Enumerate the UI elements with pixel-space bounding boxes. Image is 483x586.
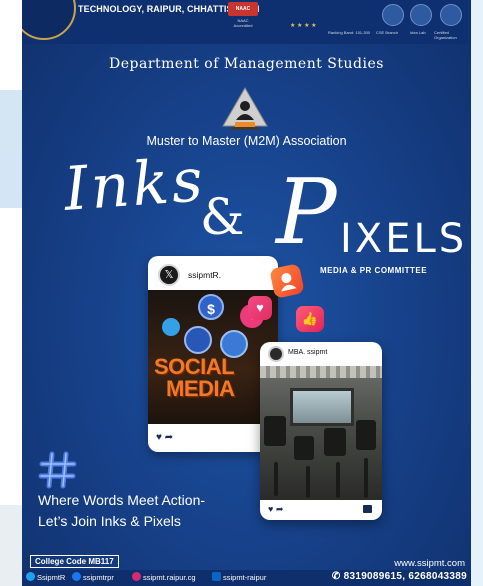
instagram-icon xyxy=(132,572,141,581)
background-window-edge-left-bottom xyxy=(0,505,22,586)
hashtag-icon xyxy=(38,451,77,489)
instagram-handle[interactable]: ssipmt.raipur.cg xyxy=(132,572,196,582)
ranking-label: Ranking Band: 151-300 xyxy=(328,30,371,35)
cse-label: CSE Branch xyxy=(376,30,399,35)
location-pin-icon xyxy=(184,326,212,354)
studio-image xyxy=(260,366,382,500)
bubble-icon xyxy=(162,318,180,336)
dollar-icon: $ xyxy=(198,294,224,320)
background-window-edge-left xyxy=(0,90,22,208)
linkedin-handle[interactable]: ssipmt-raipur xyxy=(212,572,266,582)
institute-logo xyxy=(22,0,76,40)
certified-label: Certified Organization xyxy=(434,30,457,40)
like-heart-icon[interactable]: ♥ xyxy=(156,432,162,443)
heart-reaction-icon: ♥ xyxy=(248,296,272,320)
comment-icon[interactable] xyxy=(363,505,372,513)
profile-reaction-icon xyxy=(269,263,305,299)
m2m-logo-icon xyxy=(222,87,268,130)
tagline-line-1: Where Words Meet Action- xyxy=(38,492,206,508)
contact-footer: SsipmtR ssipmtrpr ssipmt.raipur.cg ssipm… xyxy=(22,570,471,586)
facebook-handle[interactable]: ssipmtrpr xyxy=(72,572,114,582)
post-actions: ♥ ➦ xyxy=(156,432,173,443)
event-poster: TECHNOLOGY, RAIPUR, CHHATTISGARH NAAC NA… xyxy=(22,0,471,586)
title-ampersand: & xyxy=(200,188,245,246)
department-title: Department of Management Studies xyxy=(109,56,384,72)
share-icon[interactable]: ➦ xyxy=(276,504,284,514)
certified-badge-icon xyxy=(440,4,462,26)
twitter-icon xyxy=(26,572,35,581)
post-actions: ♥ ➦ xyxy=(268,504,283,515)
tagline-line-2: Let’s Join Inks & Pixels xyxy=(38,513,181,529)
x-logo-icon: 𝕏 xyxy=(158,264,180,286)
title-p-letter: P xyxy=(276,160,337,265)
college-code: College Code MB117 xyxy=(30,555,119,568)
committee-label: MEDIA & PR COMMITTEE xyxy=(320,266,428,275)
social-media-art-text: SOCIAL MEDIA xyxy=(154,354,235,401)
idea-lab-label: Idea Lab xyxy=(410,30,426,35)
title-ixels: IXELS xyxy=(340,216,468,262)
association-title: Muster to Master (M2M) Association xyxy=(146,134,347,148)
post-handle: ssipmtR. xyxy=(188,270,222,280)
social-post-card-studio: MBA. ssipmt ♥ ➦ xyxy=(260,342,382,520)
like-heart-icon[interactable]: ♥ xyxy=(268,504,273,514)
twitter-handle[interactable]: SsipmtR xyxy=(26,572,65,582)
phone-numbers[interactable]: ✆ 8319089615, 6268043389 xyxy=(332,571,467,582)
institution-header: TECHNOLOGY, RAIPUR, CHHATTISGARH NAAC NA… xyxy=(22,0,471,44)
social-post-card-x: 𝕏 ssipmtR. $ ♥ SOCIAL MEDIA ♥ ➦ xyxy=(148,256,278,452)
cse-badge-icon xyxy=(382,4,404,26)
idea-lab-badge-icon xyxy=(410,4,432,26)
background-window-edge-right xyxy=(471,0,483,586)
facebook-icon xyxy=(72,572,81,581)
post-handle: MBA. ssipmt xyxy=(288,349,328,356)
phone-icon: ✆ xyxy=(331,571,344,582)
naac-badge: NAAC NAAC Accredited xyxy=(228,2,258,36)
linkedin-icon xyxy=(212,572,221,581)
rating-stars-icon: ★ ★ ★ ★ xyxy=(290,23,317,29)
share-icon[interactable]: ➦ xyxy=(165,432,173,443)
thumbs-up-icon: 👍 xyxy=(296,306,324,332)
website-link[interactable]: www.ssipmt.com xyxy=(394,558,465,569)
account-avatar xyxy=(268,346,284,362)
title-inks: Inks xyxy=(61,145,208,225)
